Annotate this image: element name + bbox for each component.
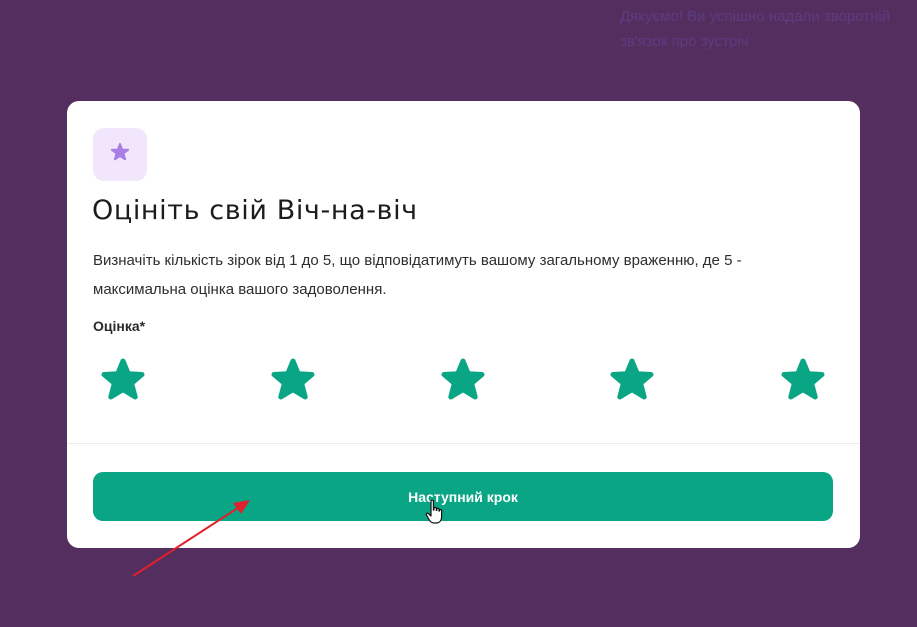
rating-label: Оцінка*: [93, 318, 146, 334]
star-icon: [609, 357, 655, 403]
star-icon: [270, 357, 316, 403]
star-rating-3[interactable]: [440, 357, 486, 403]
star-icon: [100, 357, 146, 403]
star-rating: [100, 357, 828, 403]
next-step-button[interactable]: Наступний крок: [93, 472, 833, 521]
star-icon: [110, 142, 130, 167]
footer-divider: [67, 443, 860, 444]
modal-title: Оцініть свій Віч-на-віч: [92, 195, 418, 226]
star-rating-2[interactable]: [270, 357, 316, 403]
star-icon: [780, 357, 826, 403]
star-rating-1[interactable]: [100, 357, 146, 403]
modal-description: Визначіть кількість зірок від 1 до 5, що…: [93, 252, 742, 298]
rating-modal: Оцініть свій Віч-на-віч Визначіть кількі…: [67, 101, 860, 548]
modal-icon-tile: [93, 128, 147, 181]
star-rating-4[interactable]: [609, 357, 655, 403]
star-rating-5[interactable]: [780, 357, 826, 403]
star-icon: [440, 357, 486, 403]
background-notification-text: Дякуємо! Ви успішно надали зворотній зв'…: [620, 8, 891, 50]
